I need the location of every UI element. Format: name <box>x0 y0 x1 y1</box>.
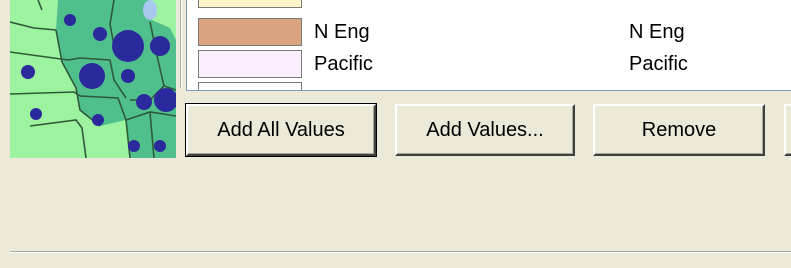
color-swatch[interactable] <box>198 18 302 46</box>
panel-divider-highlight <box>181 0 182 88</box>
symbol-label: N Eng <box>314 21 370 43</box>
add-all-values-button[interactable]: Add All Values <box>185 103 377 157</box>
value-label: Pacific <box>629 53 688 75</box>
add-values-button[interactable]: Add Values... <box>395 104 575 156</box>
legend-list[interactable]: N Eng N Eng Pacific Pacific <box>186 0 791 91</box>
map-preview-graphic <box>10 0 176 158</box>
symbol-label: Pacific <box>314 53 373 75</box>
color-swatch[interactable] <box>198 50 302 78</box>
color-swatch[interactable] <box>198 0 302 8</box>
horizontal-divider-highlight <box>10 252 791 253</box>
legend-row[interactable] <box>187 82 791 90</box>
legend-row[interactable]: N Eng N Eng <box>187 18 791 48</box>
legend-row[interactable]: Pacific Pacific <box>187 50 791 80</box>
legend-row[interactable] <box>187 0 791 10</box>
more-button-partial[interactable] <box>784 104 791 156</box>
map-preview <box>10 0 176 158</box>
color-swatch[interactable] <box>198 82 302 90</box>
remove-button[interactable]: Remove <box>593 104 765 156</box>
value-label: N Eng <box>629 21 685 43</box>
